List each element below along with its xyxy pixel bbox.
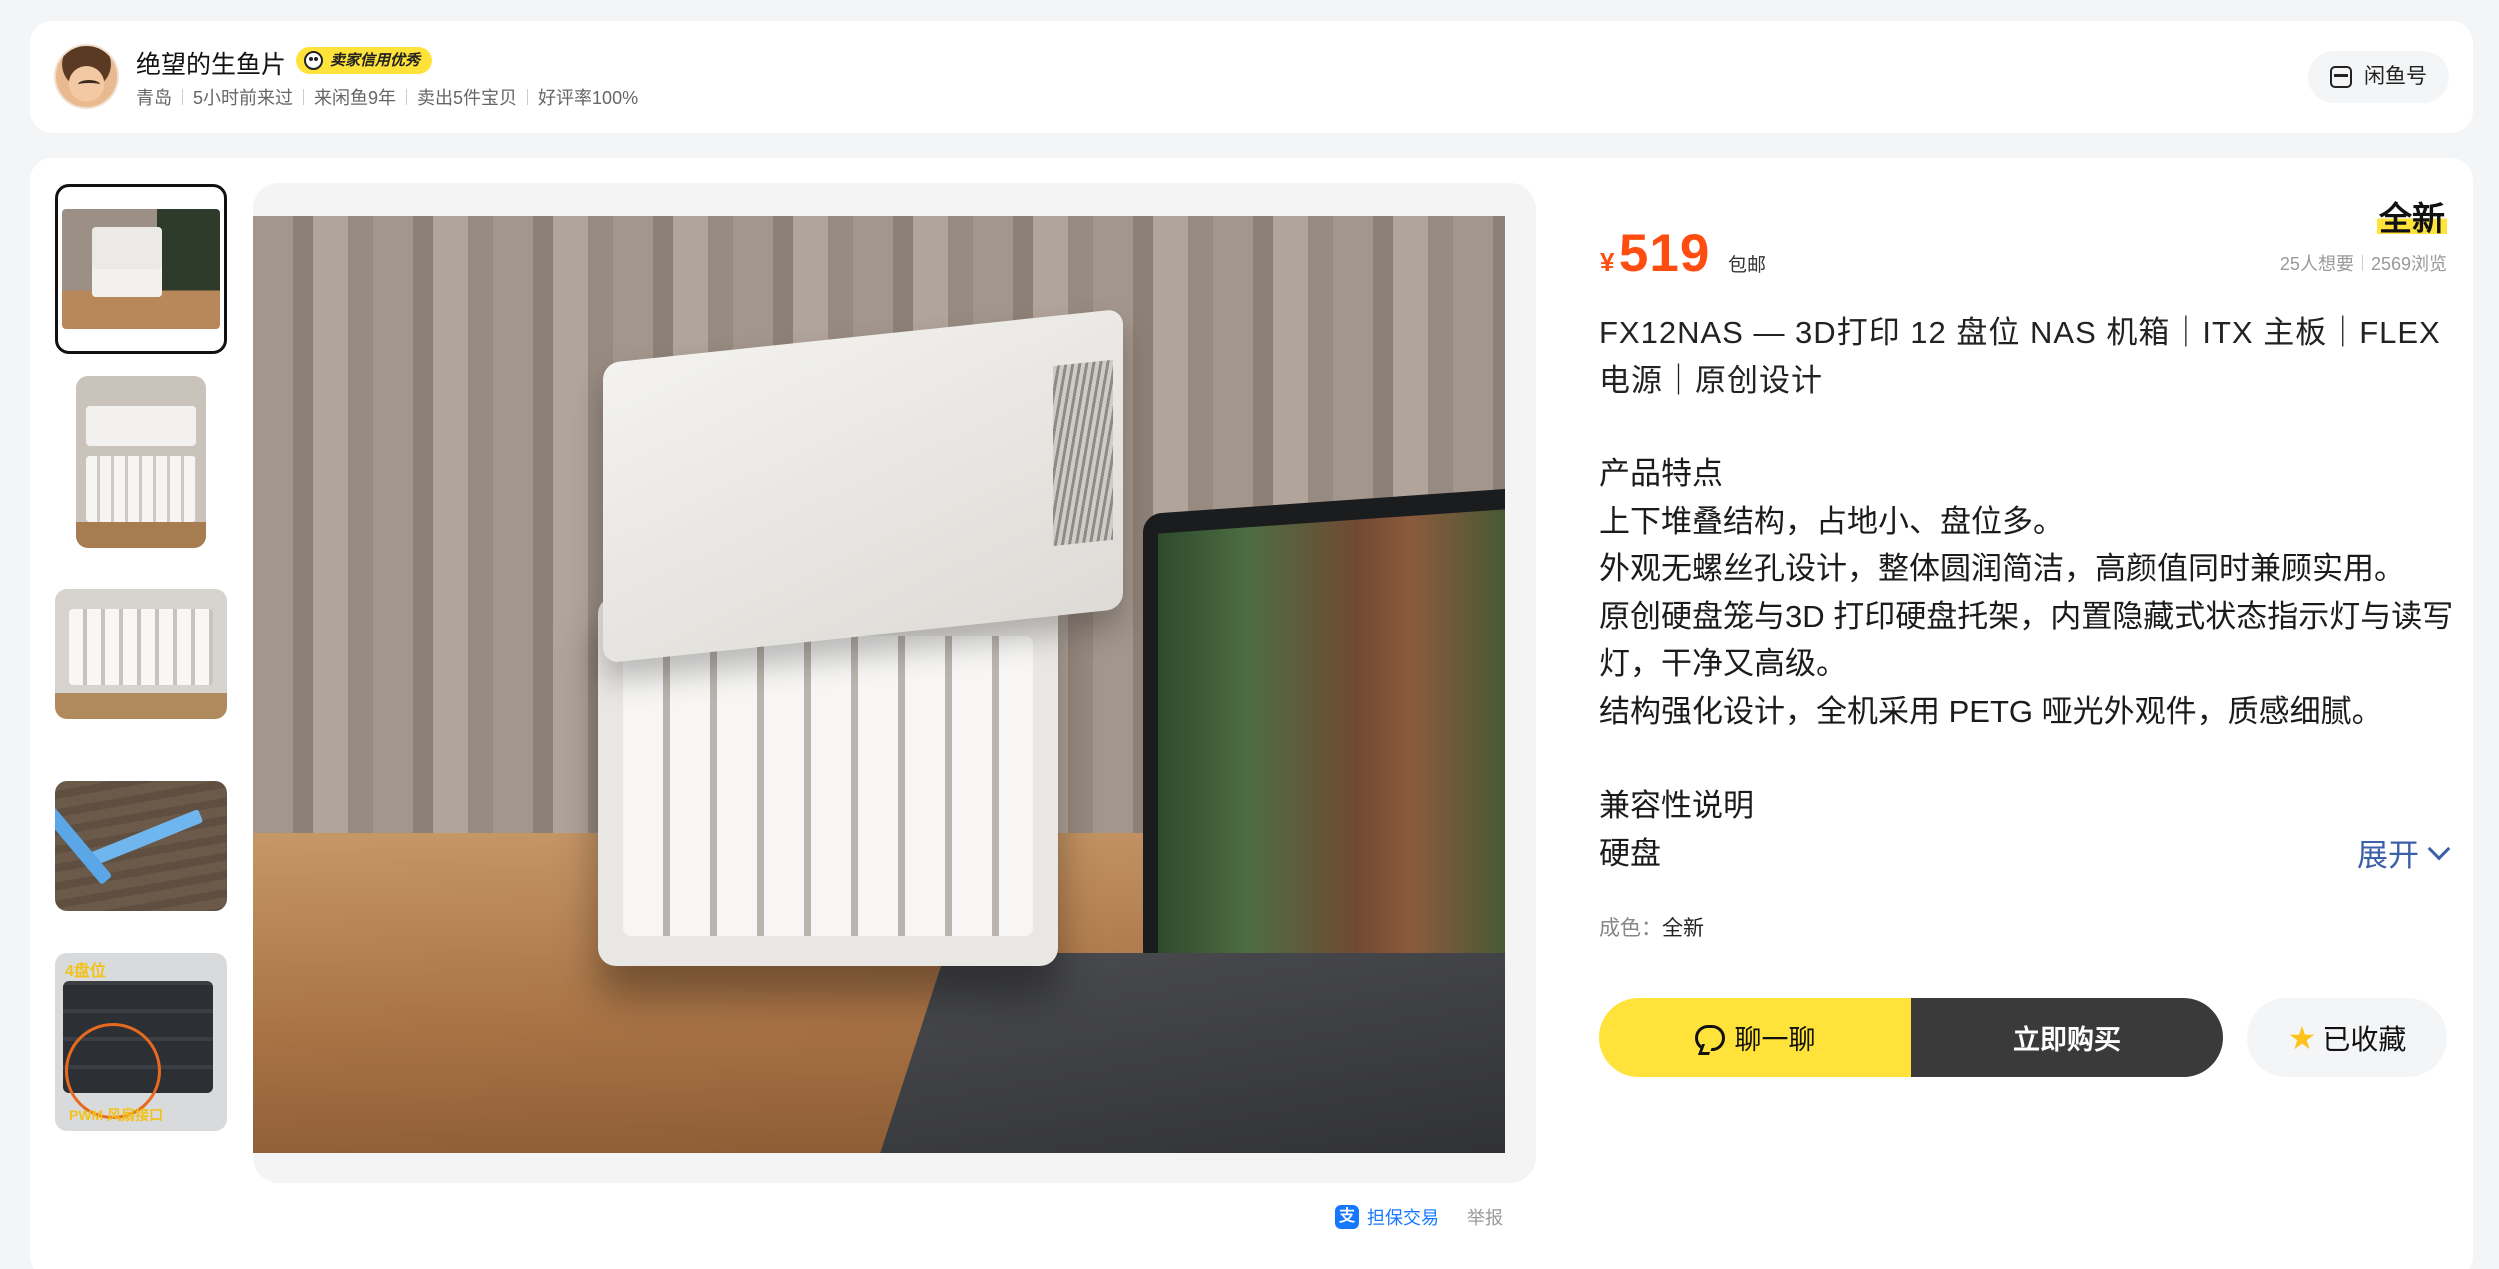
compat-heading: 兼容性说明 bbox=[1599, 788, 1754, 823]
item-title: FX12NAS — 3D打印 12 盘位 NAS 机箱｜ITX 主板｜FLEX … bbox=[1599, 315, 2441, 398]
star-icon: ★ bbox=[2287, 1019, 2317, 1056]
thumbnail-caption-top: 4盘位 bbox=[65, 963, 106, 980]
seller-last-seen: 5小时前来过 bbox=[193, 88, 294, 108]
thumbnail-image bbox=[55, 781, 227, 911]
favorite-label: 已收藏 bbox=[2322, 1023, 2407, 1055]
divider bbox=[2361, 255, 2363, 271]
buy-label: 立即购买 bbox=[2013, 1025, 2121, 1055]
thumbnail-2[interactable] bbox=[76, 376, 206, 548]
feature-line: 原创硬盘笼与3D 打印硬盘托架，内置隐藏式状态指示灯与读写灯，干净又高级。 bbox=[1599, 598, 2454, 682]
thumbnail-image bbox=[55, 589, 227, 719]
seller-avatar[interactable] bbox=[54, 44, 119, 109]
report-link[interactable]: 举报 bbox=[1467, 1204, 1503, 1230]
item-card: 4盘位 PWM 风扇接口 支 担保交易 举报 全新 ¥ 519 包邮 25人想要… bbox=[30, 158, 2473, 1269]
divider bbox=[182, 89, 183, 105]
feature-line: 结构强化设计，全机采用 PETG 哑光外观件，质感细腻。 bbox=[1599, 693, 2383, 729]
image-drive-bays bbox=[623, 636, 1033, 936]
seller-card: 绝望的生鱼片 卖家信用优秀 青岛 5小时前来过 来闲鱼9年 卖出5件宝贝 好评率… bbox=[30, 21, 2473, 133]
shipping-label: 包邮 bbox=[1728, 255, 1767, 276]
feature-line: 上下堆叠结构，占地小、盘位多。 bbox=[1599, 503, 2064, 539]
trade-row: 支 担保交易 举报 bbox=[1335, 1204, 1503, 1230]
expand-description-button[interactable]: 展开 bbox=[2357, 830, 2451, 875]
divider bbox=[406, 89, 408, 105]
thumbnail-4[interactable] bbox=[55, 781, 227, 911]
thumbnail-image: 4盘位 PWM 风扇接口 bbox=[55, 953, 227, 1131]
main-product-image[interactable] bbox=[253, 216, 1505, 1153]
views-count: 2569浏览 bbox=[2370, 254, 2447, 274]
shop-icon bbox=[2330, 66, 2352, 88]
favorite-button[interactable]: ★ 已收藏 bbox=[2247, 998, 2447, 1077]
seller-name[interactable]: 绝望的生鱼片 bbox=[136, 45, 286, 81]
price-amount: 519 bbox=[1618, 224, 1711, 283]
item-stats: 25人想要 2569浏览 bbox=[2280, 250, 2447, 276]
expand-label: 展开 bbox=[2357, 838, 2419, 873]
features-heading: 产品特点 bbox=[1599, 456, 1723, 491]
chevron-down-icon bbox=[2427, 837, 2451, 860]
image-laptop-screen bbox=[1158, 508, 1505, 1004]
thumbnail-5[interactable]: 4盘位 PWM 风扇接口 bbox=[55, 953, 227, 1131]
panda-icon bbox=[304, 51, 323, 70]
seller-meta: 青岛 5小时前来过 来闲鱼9年 卖出5件宝贝 好评率100% bbox=[136, 84, 638, 110]
feature-line: 外观无螺丝孔设计，整体圆润简洁，高颜值同时兼顾实用。 bbox=[1599, 551, 2405, 586]
thumbnail-image bbox=[76, 376, 206, 548]
attr-key: 成色： bbox=[1599, 917, 1662, 940]
divider bbox=[303, 89, 305, 105]
thumbnail-3[interactable] bbox=[55, 589, 227, 719]
buy-now-button[interactable]: 立即购买 bbox=[1911, 998, 2223, 1077]
credit-badge: 卖家信用优秀 bbox=[296, 47, 433, 74]
chat-button[interactable]: 聊一聊 bbox=[1599, 998, 1911, 1077]
attr-value: 全新 bbox=[1662, 917, 1704, 940]
seller-rating: 好评率100% bbox=[538, 88, 639, 108]
chat-label: 聊一聊 bbox=[1734, 1025, 1816, 1055]
chat-bubble-icon bbox=[1694, 1024, 1725, 1051]
thumbnail-image bbox=[62, 209, 220, 329]
divider bbox=[527, 89, 529, 105]
item-description: 产品特点 上下堆叠结构，占地小、盘位多。 外观无螺丝孔设计，整体圆润简洁，高颜值… bbox=[1599, 450, 2459, 877]
image-nas-top bbox=[603, 308, 1123, 664]
seller-tenure: 来闲鱼9年 bbox=[314, 88, 397, 108]
thumbnail-1[interactable] bbox=[55, 184, 227, 354]
price: ¥ 519 bbox=[1600, 223, 1710, 284]
alipay-icon: 支 bbox=[1335, 1205, 1359, 1229]
image-laptop-base bbox=[860, 953, 1505, 1153]
condition-tag: 全新 bbox=[2377, 192, 2447, 240]
xianyu-id-label: 闲鱼号 bbox=[2364, 65, 2427, 88]
seller-sold-count: 卖出5件宝贝 bbox=[417, 88, 518, 108]
credit-badge-label: 卖家信用优秀 bbox=[330, 52, 421, 69]
currency-symbol: ¥ bbox=[1600, 247, 1615, 277]
compat-line: 硬盘 bbox=[1599, 835, 1661, 871]
seller-location: 青岛 bbox=[136, 88, 172, 108]
xianyu-id-button[interactable]: 闲鱼号 bbox=[2308, 51, 2449, 103]
condition-attribute: 成色：全新 bbox=[1599, 912, 1704, 942]
thumbnail-caption-bottom: PWM 风扇接口 bbox=[69, 1107, 164, 1123]
guarantee-trade-link[interactable]: 担保交易 bbox=[1367, 1204, 1439, 1230]
wants-count: 25人想要 bbox=[2279, 254, 2354, 274]
